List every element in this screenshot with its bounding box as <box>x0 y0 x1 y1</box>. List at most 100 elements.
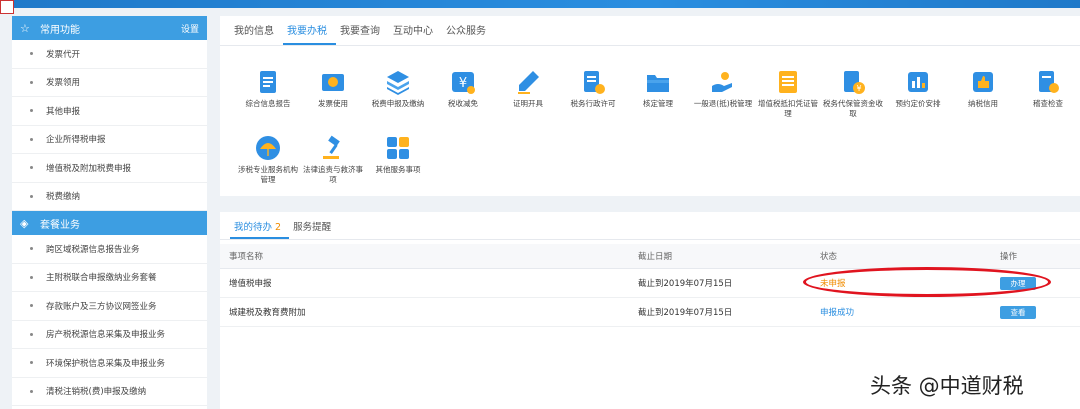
sidebar-item-invoice-receive[interactable]: 发票领用 <box>12 69 207 97</box>
function-fund-custody[interactable]: ¥ 税务代保管资金收取 <box>823 68 883 119</box>
sidebar-item-other-declare[interactable]: 其他申报 <box>12 97 207 126</box>
function-label: 法律追责与救济事项 <box>303 165 363 184</box>
bullet-icon <box>30 194 33 198</box>
bullet-icon <box>30 166 33 170</box>
function-label: 其他服务事项 <box>375 165 421 174</box>
col-deadline-header: 截止日期 <box>638 252 673 262</box>
function-legal[interactable]: 法律追责与救济事项 <box>303 134 363 185</box>
tab-public-service[interactable]: 公众服务 <box>442 22 495 45</box>
watermark-text: 头条 @中道财税 <box>870 374 1024 398</box>
function-other[interactable]: 其他服务事项 <box>368 134 428 175</box>
sidebar-item-label: 其他申报 <box>46 106 81 117</box>
svg-text:¥: ¥ <box>459 76 467 91</box>
apps-icon <box>387 137 409 159</box>
function-declare[interactable]: 税费申报及缴纳 <box>368 68 428 109</box>
thumbs-up-icon <box>973 72 993 92</box>
star-icon: ☆ <box>20 21 30 35</box>
inspect-icon <box>1039 71 1059 93</box>
sidebar-item-bank-agreement[interactable]: 存款账户及三方协议网签业务 <box>12 292 207 321</box>
col-status-header: 状态 <box>820 252 838 262</box>
sidebar-item-income-tax[interactable]: 企业所得税申报 <box>12 126 207 154</box>
row-deadline: 截止到2019年07月15日 <box>638 308 733 318</box>
invoice-icon <box>322 74 344 91</box>
function-credit[interactable]: 纳税信用 <box>953 68 1013 109</box>
sidebar-section-title: 常用功能 <box>40 24 80 36</box>
function-voucher[interactable]: 增值税抵扣凭证管理 <box>758 68 818 119</box>
function-label: 涉税专业服务机构管理 <box>238 165 298 184</box>
sidebar-section-title: 套餐业务 <box>40 219 80 231</box>
bullet-icon <box>30 389 33 393</box>
table-row: 城建税及教育费附加 截止到2019年07月15日 申报成功 查看 <box>220 298 1080 327</box>
sidebar-item-tax-payment[interactable]: 税费缴纳 <box>12 183 207 211</box>
highlight-oval <box>803 267 1051 297</box>
sidebar: ☆ 常用功能 设置 发票代开 发票领用 其他申报 企业所得税申报 增值税及附加税… <box>12 16 207 409</box>
view-button[interactable]: 查看 <box>1000 305 1036 319</box>
sidebar-item-label: 清税注销税(费)申报及缴纳 <box>46 387 147 398</box>
tab-service-reminder[interactable]: 服务提醒 <box>289 219 339 239</box>
sidebar-item-deregister[interactable]: 清税注销税(费)申报及缴纳 <box>12 378 207 406</box>
bullet-icon <box>30 304 33 308</box>
row-status-link[interactable]: 申报成功 <box>820 298 854 326</box>
bullet-icon <box>30 275 33 279</box>
sidebar-item-joint-declare[interactable]: 主附税联合申报缴纳业务套餐 <box>12 264 207 292</box>
function-verification[interactable]: 核定管理 <box>628 68 688 109</box>
row-deadline: 截止到2019年07月15日 <box>638 279 733 289</box>
function-label: 税收减免 <box>448 99 478 108</box>
function-label: 核定管理 <box>643 99 673 108</box>
tab-label: 我的待办 <box>234 222 273 233</box>
function-label: 税务代保管资金收取 <box>823 99 883 118</box>
function-label: 增值税抵扣凭证管理 <box>758 99 818 118</box>
function-report[interactable]: 综合信息报告 <box>238 68 298 109</box>
sidebar-item-label: 发票代开 <box>46 49 81 60</box>
sidebar-item-invoice-issue[interactable]: 发票代开 <box>12 40 207 69</box>
bullet-icon <box>30 52 33 56</box>
function-certificate[interactable]: 证明开具 <box>498 68 558 109</box>
settings-link[interactable]: 设置 <box>181 22 199 35</box>
function-pricing[interactable]: 预约定价安排 <box>888 68 948 109</box>
function-exemption[interactable]: ¥ 税收减免 <box>433 68 493 109</box>
tab-my-todo[interactable]: 我的待办 2 <box>230 219 290 239</box>
sidebar-item-label: 发票领用 <box>46 78 81 89</box>
sidebar-item-label: 增值税及附加税费申报 <box>46 163 132 174</box>
bullet-icon <box>30 247 33 251</box>
bullet-icon <box>30 109 33 113</box>
sidebar-item-label: 房产税税源信息采集及申报业务 <box>46 330 166 341</box>
function-inspection[interactable]: 稽查检查 <box>1018 68 1078 109</box>
folder-icon <box>647 75 669 92</box>
sidebar-item-label: 跨区域税源信息报告业务 <box>46 244 140 255</box>
function-label: 税费申报及缴纳 <box>371 99 425 108</box>
bullet-icon <box>30 361 33 365</box>
tab-query[interactable]: 我要查询 <box>336 22 389 45</box>
function-refund[interactable]: 一般退(抵)税管理 <box>693 68 753 109</box>
todo-tab-bar: 我的待办 2 服务提醒 <box>220 212 1080 240</box>
col-action-header: 操作 <box>1000 252 1018 262</box>
corner-icon <box>0 0 14 14</box>
function-label: 稽查检查 <box>1033 99 1063 108</box>
function-invoice[interactable]: 发票使用 <box>303 68 363 109</box>
sidebar-section-common[interactable]: ☆ 常用功能 设置 <box>12 16 207 40</box>
layers-icon: ◈ <box>20 216 29 230</box>
sidebar-item-env-tax[interactable]: 环境保护税信息采集及申报业务 <box>12 349 207 378</box>
sidebar-item-label: 企业所得税申报 <box>46 135 106 146</box>
umbrella-icon <box>256 136 280 160</box>
svg-text:¥: ¥ <box>856 84 861 93</box>
sidebar-item-vat[interactable]: 增值税及附加税费申报 <box>12 154 207 183</box>
sidebar-section-packages[interactable]: ◈ 套餐业务 <box>12 211 207 235</box>
tab-my-info[interactable]: 我的信息 <box>230 22 283 45</box>
bullet-icon <box>30 137 33 141</box>
top-banner <box>0 0 1080 8</box>
function-permit[interactable]: 税务行政许可 <box>563 68 623 109</box>
sidebar-item-label: 主附税联合申报缴纳业务套餐 <box>46 273 157 284</box>
tab-do-tax[interactable]: 我要办税 <box>283 22 336 45</box>
function-agency[interactable]: 涉税专业服务机构管理 <box>238 134 298 185</box>
todo-count-badge: 2 <box>275 222 282 233</box>
table-header: 事项名称 截止日期 状态 操作 <box>220 244 1080 269</box>
sidebar-item-property-tax[interactable]: 房产税税源信息采集及申报业务 <box>12 321 207 349</box>
tab-interaction[interactable]: 互动中心 <box>389 22 442 45</box>
layers-icon <box>387 71 409 95</box>
pen-icon <box>518 71 539 94</box>
sidebar-item-cross-region[interactable]: 跨区域税源信息报告业务 <box>12 235 207 264</box>
function-label: 预约定价安排 <box>895 99 941 108</box>
sidebar-item-label: 环境保护税信息采集及申报业务 <box>46 358 166 369</box>
bullet-icon <box>30 332 33 336</box>
